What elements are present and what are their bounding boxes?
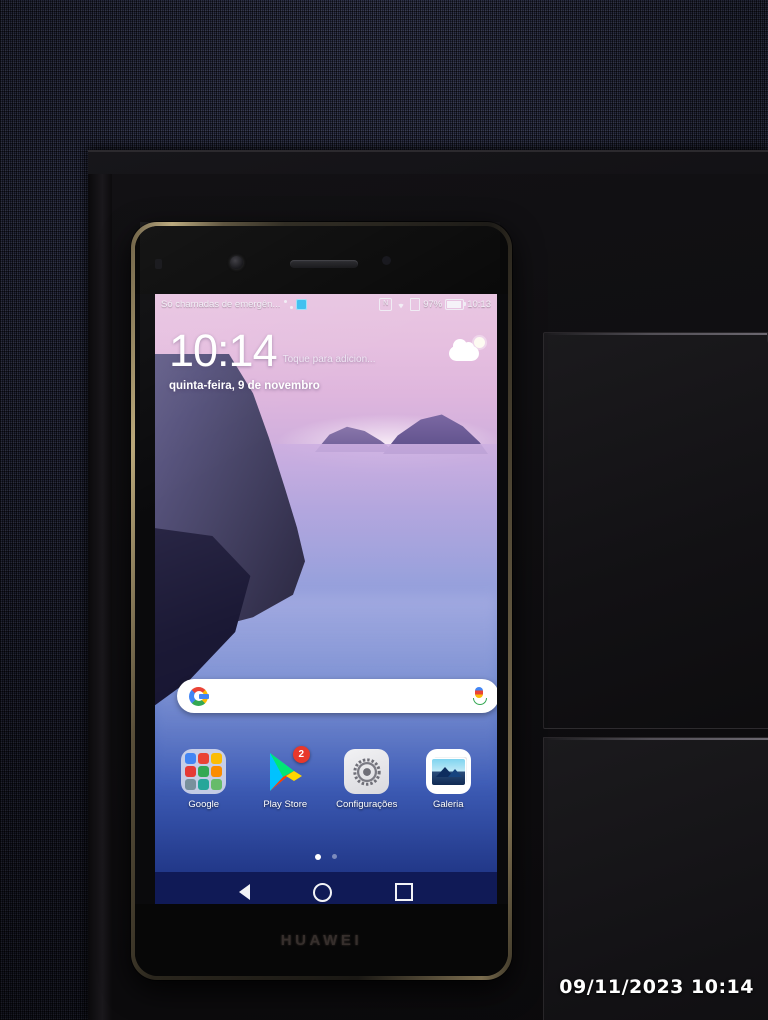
page-indicator xyxy=(155,854,497,860)
sim-icon xyxy=(410,297,421,311)
app-icon-settings[interactable]: Configurações xyxy=(334,749,400,810)
folder-mini-icon xyxy=(185,753,197,764)
photo-thumbnail xyxy=(431,758,465,785)
settings-gear-icon[interactable] xyxy=(344,749,390,794)
folder-mini-icon xyxy=(198,779,210,790)
light-sensor-icon xyxy=(155,259,162,269)
play-store-icon[interactable]: 2 xyxy=(263,746,310,794)
sun-behind-cloud-icon xyxy=(447,336,487,366)
clock-weather-widget[interactable]: 10:14 Toque para adicion... quinta-feira… xyxy=(169,328,487,392)
app-row: Google 2 Play Store Configurações Galeri… xyxy=(163,746,489,810)
clock-row: 10:14 Toque para adicion... xyxy=(169,328,487,374)
app-label: Google xyxy=(188,799,220,810)
gear-icon xyxy=(353,757,381,786)
page-dot-active[interactable] xyxy=(315,854,321,860)
status-clock: 10:13 xyxy=(467,298,491,310)
proximity-sensor-icon xyxy=(382,256,391,265)
camera-timestamp: 09/11/2023 10:14 xyxy=(559,976,754,998)
microphone-icon[interactable] xyxy=(471,686,487,706)
status-bar[interactable]: Só chamadas de emergên... N 97% 10:13 xyxy=(155,294,497,314)
folder-mini-icon xyxy=(198,753,210,764)
panel-highlight xyxy=(544,738,768,740)
app-label: Galeria xyxy=(432,799,464,810)
gallery-photo-icon[interactable] xyxy=(425,749,471,794)
folder-mini-icon xyxy=(211,753,223,764)
phone-screen: Só chamadas de emergên... N 97% 10:13 10… xyxy=(155,294,497,912)
phone-top-bezel xyxy=(135,226,508,294)
huawei-brand-label: HUAWEI xyxy=(280,931,363,949)
folder-mini-icon xyxy=(185,766,197,777)
box-left-lip xyxy=(88,174,112,1020)
page-dot[interactable] xyxy=(332,854,337,859)
widget-add-city-hint[interactable]: Toque para adicion... xyxy=(283,354,376,365)
huawei-phone: Só chamadas de emergên... N 97% 10:13 10… xyxy=(131,222,512,980)
wifi-icon xyxy=(398,303,404,308)
app-label: Play Store xyxy=(263,799,308,810)
nfc-icon: N xyxy=(379,297,393,311)
box-compartment-top xyxy=(543,332,768,729)
back-triangle-icon[interactable] xyxy=(238,884,250,900)
mountain-shape xyxy=(447,768,462,777)
cloud-icon xyxy=(449,339,479,361)
folder-mini-icon xyxy=(185,779,197,790)
photograph: Só chamadas de emergên... N 97% 10:13 10… xyxy=(0,0,768,1020)
folder-mini-icon xyxy=(211,779,223,790)
home-circle-icon[interactable] xyxy=(312,882,332,902)
google-folder-icon[interactable] xyxy=(181,749,227,794)
phone-front-face: Só chamadas de emergên... N 97% 10:13 10… xyxy=(135,226,508,976)
carrier-label: Só chamadas de emergên... xyxy=(161,298,281,310)
recents-square-icon[interactable] xyxy=(395,883,414,901)
front-camera-icon xyxy=(230,256,243,269)
battery-icon xyxy=(445,298,467,310)
folder-mini-icon xyxy=(198,766,210,777)
bluetooth-icon xyxy=(284,299,294,309)
phone-bottom-bezel: HUAWEI xyxy=(135,904,508,976)
google-g-icon xyxy=(189,686,209,706)
app-icon-google[interactable]: Google xyxy=(171,749,237,810)
widget-time: 10:14 xyxy=(169,325,278,376)
status-system-icons: N 97% 10:13 xyxy=(379,297,491,311)
battery-percent-label: 97% xyxy=(423,298,443,310)
folder-mini-icon xyxy=(211,766,223,777)
notification-badge: 2 xyxy=(292,746,310,763)
app-label: Configurações xyxy=(336,799,398,810)
google-search-bar[interactable] xyxy=(177,679,497,713)
status-notification-icons xyxy=(284,298,308,310)
app-notification-icon xyxy=(296,298,308,310)
app-icon-gallery[interactable]: Galeria xyxy=(415,749,481,810)
panel-highlight xyxy=(544,333,768,335)
widget-date: quinta-feira, 9 de novembro xyxy=(169,380,320,392)
app-icon-play-store[interactable]: 2 Play Store xyxy=(252,746,318,810)
earpiece-speaker-icon xyxy=(290,260,358,268)
